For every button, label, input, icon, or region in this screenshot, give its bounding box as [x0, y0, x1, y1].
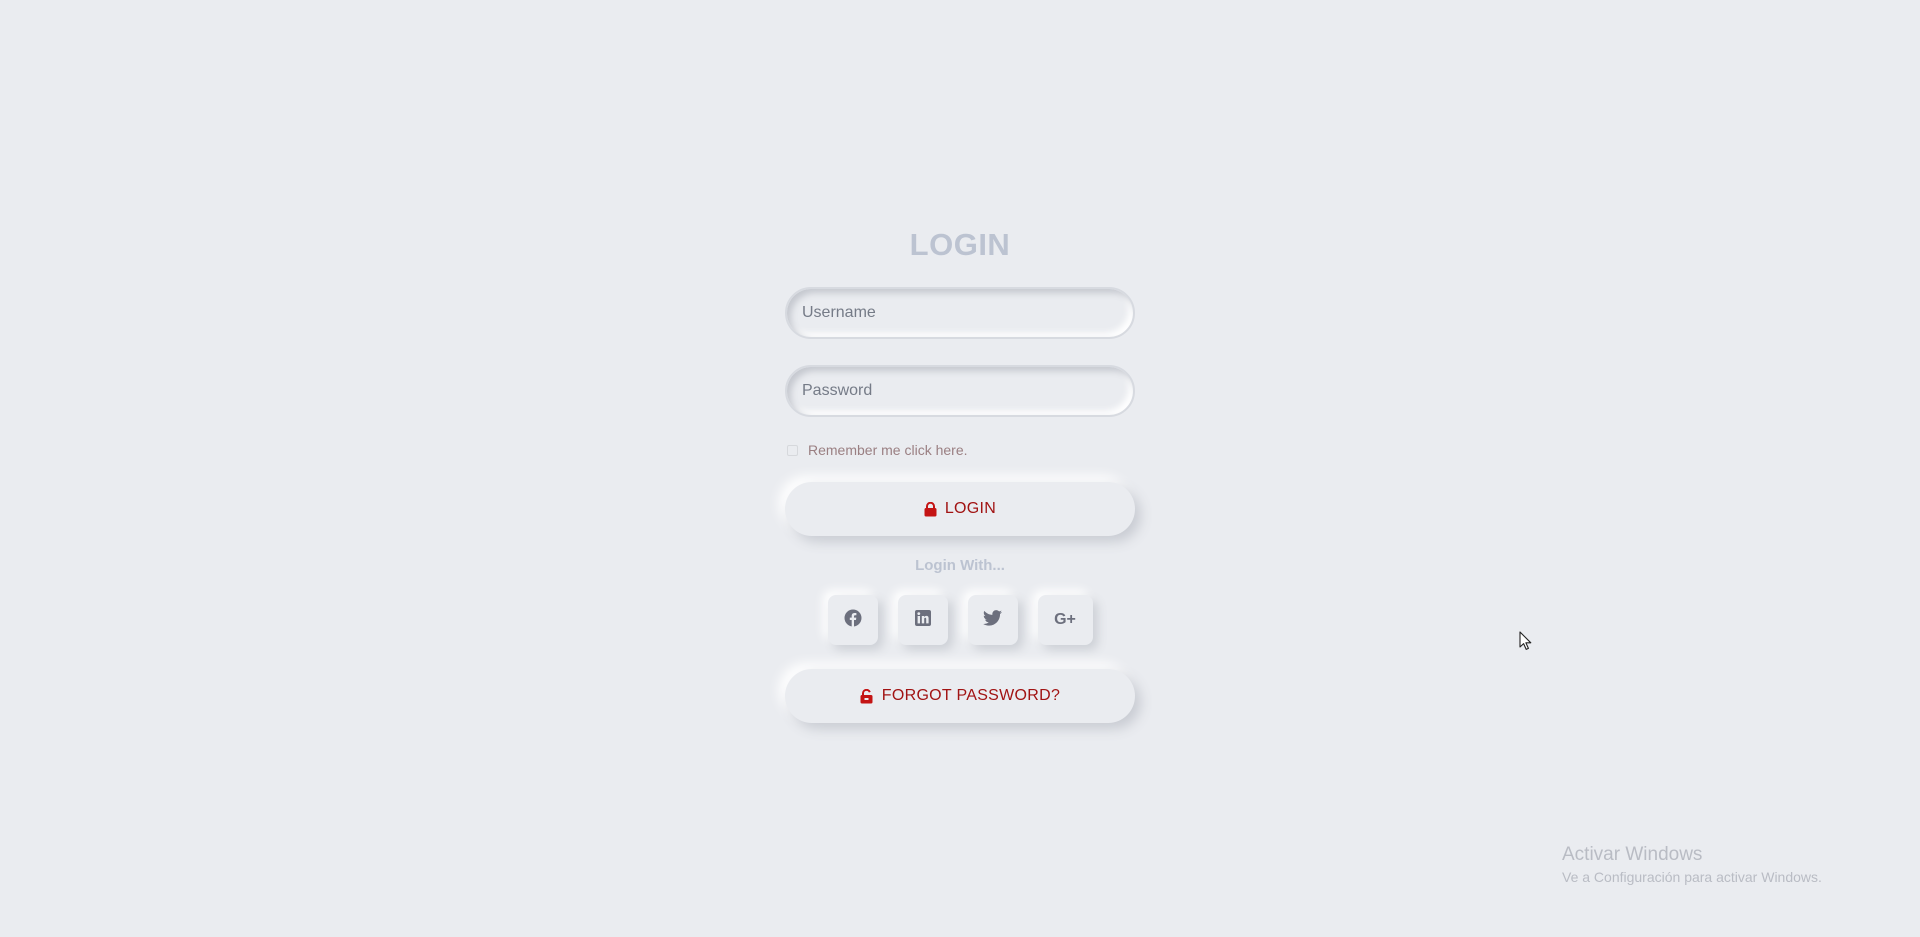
watermark-subtitle: Ve a Configuración para activar Windows.	[1562, 869, 1822, 885]
password-input[interactable]	[785, 365, 1135, 417]
forgot-password-label: FORGOT PASSWORD?	[881, 687, 1061, 704]
remember-me-checkbox[interactable]	[787, 444, 798, 456]
lock-icon	[924, 501, 937, 517]
facebook-login-button[interactable]	[827, 595, 878, 645]
linkedin-login-button[interactable]	[897, 595, 948, 645]
remember-me[interactable]: Remember me click here.	[785, 440, 1135, 460]
google-plus-icon: G+	[1054, 611, 1076, 628]
mouse-cursor-icon	[1519, 631, 1533, 656]
unlock-icon	[860, 688, 874, 704]
remember-me-label[interactable]: Remember me click here.	[808, 442, 968, 458]
social-login-buttons: G+	[827, 595, 1093, 645]
watermark-title: Activar Windows	[1562, 844, 1703, 865]
facebook-icon	[844, 609, 862, 632]
twitter-icon	[983, 609, 1002, 631]
windows-activation-watermark: Activar Windows Ve a Configuración para …	[1562, 843, 1822, 887]
linkedin-icon	[914, 609, 931, 631]
login-button-label: LOGIN	[944, 500, 997, 517]
username-input[interactable]	[785, 287, 1135, 339]
page: LOGIN Remember me click here. LOGIN Logi…	[0, 0, 1920, 937]
twitter-login-button[interactable]	[967, 595, 1018, 645]
login-card: LOGIN Remember me click here. LOGIN Logi…	[785, 220, 1135, 723]
login-button[interactable]: LOGIN	[785, 482, 1135, 536]
login-with-label: Login With...	[915, 557, 1005, 574]
page-title: LOGIN	[909, 227, 1011, 262]
forgot-password-button[interactable]: FORGOT PASSWORD?	[785, 669, 1135, 723]
google-plus-login-button[interactable]: G+	[1037, 595, 1093, 645]
